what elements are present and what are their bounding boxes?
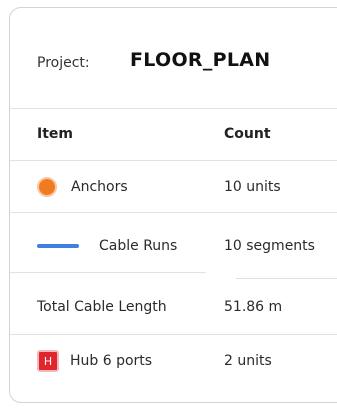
- item-label: Cable Runs: [99, 237, 178, 254]
- item-column-header: Item: [37, 126, 73, 142]
- count-column-header: Count: [224, 126, 271, 142]
- table-row-hub: H Hub 6 ports 2 units: [10, 335, 337, 387]
- project-label: Project:: [37, 55, 90, 71]
- orange-circle-icon: [37, 176, 57, 197]
- item-label: Anchors: [71, 178, 128, 195]
- blue-line-icon: [37, 243, 79, 248]
- table-row-total-cable-length: Total Cable Length 51.86 m: [10, 279, 337, 335]
- project-name: FLOOR_PLAN: [130, 49, 271, 71]
- count-value: 10 units: [224, 178, 281, 195]
- item-label: Total Cable Length: [37, 298, 167, 315]
- table-header-row: Item Count: [10, 108, 337, 161]
- project-header: Project: FLOOR_PLAN: [10, 8, 337, 109]
- count-value: 10 segments: [224, 237, 315, 254]
- count-value: 51.86 m: [224, 298, 283, 315]
- count-value: 2 units: [224, 353, 272, 369]
- row-divider: [10, 272, 206, 273]
- hub-icon: H: [37, 350, 59, 372]
- table-row-anchors: Anchors 10 units: [10, 161, 337, 213]
- table-row-cable-runs: Cable Runs 10 segments: [10, 213, 337, 278]
- legend-card: Project: FLOOR_PLAN Item Count Anchors 1…: [9, 7, 337, 403]
- item-label: Hub 6 ports: [70, 353, 153, 369]
